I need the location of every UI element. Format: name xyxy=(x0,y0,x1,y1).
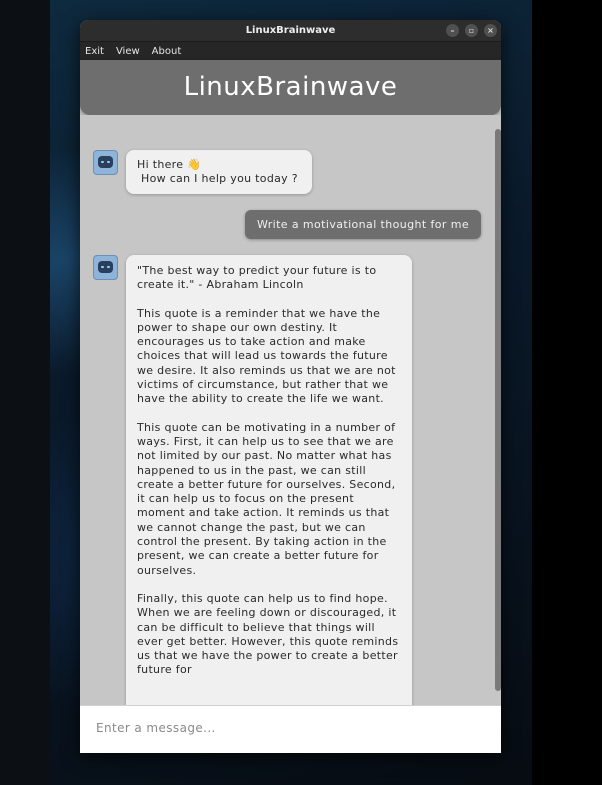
reply-paragraph-4: Finally, this quote can help us to find … xyxy=(137,591,399,677)
menu-about[interactable]: About xyxy=(151,46,183,57)
reply-paragraph-2: This quote is a reminder that we have th… xyxy=(137,306,396,406)
bot-message-reply: "The best way to predict your future is … xyxy=(93,255,412,724)
window-title: LinuxBrainwave xyxy=(245,25,336,36)
greeting-line-1: Hi there 👋 xyxy=(137,158,202,171)
message-input-bar xyxy=(80,705,501,753)
desktop-right-edge xyxy=(532,0,602,785)
bot-bubble: Hi there 👋 How can I help you today ? xyxy=(126,150,312,194)
window-titlebar[interactable]: LinuxBrainwave – ▫ × xyxy=(80,20,501,41)
menu-bar: Exit View About xyxy=(80,41,501,60)
close-button[interactable]: × xyxy=(484,24,497,37)
bot-bubble-long: "The best way to predict your future is … xyxy=(126,255,412,724)
window-controls: – ▫ × xyxy=(446,24,497,37)
chat-scrollbar[interactable] xyxy=(495,129,501,691)
menu-exit[interactable]: Exit xyxy=(84,46,105,57)
user-message: Write a motivational thought for me xyxy=(244,210,481,239)
bot-message-greeting: Hi there 👋 How can I help you today ? xyxy=(93,150,312,194)
app-window: LinuxBrainwave – ▫ × Exit View About Lin… xyxy=(80,20,501,753)
menu-view[interactable]: View xyxy=(115,46,141,57)
minimize-button[interactable]: – xyxy=(446,24,459,37)
reply-paragraph-3: This quote can be motivating in a number… xyxy=(137,420,396,577)
message-input[interactable] xyxy=(94,720,478,736)
chat-area[interactable]: Hi there 👋 How can I help you today ? Wr… xyxy=(80,115,501,724)
app-header: LinuxBrainwave xyxy=(80,60,501,115)
maximize-button[interactable]: ▫ xyxy=(465,24,478,37)
reply-paragraph-1: "The best way to predict your future is … xyxy=(137,264,377,292)
greeting-line-2: How can I help you today ? xyxy=(141,172,298,186)
bot-avatar-icon xyxy=(93,255,118,280)
bot-avatar-icon xyxy=(93,150,118,175)
desktop-left-edge xyxy=(0,0,50,785)
